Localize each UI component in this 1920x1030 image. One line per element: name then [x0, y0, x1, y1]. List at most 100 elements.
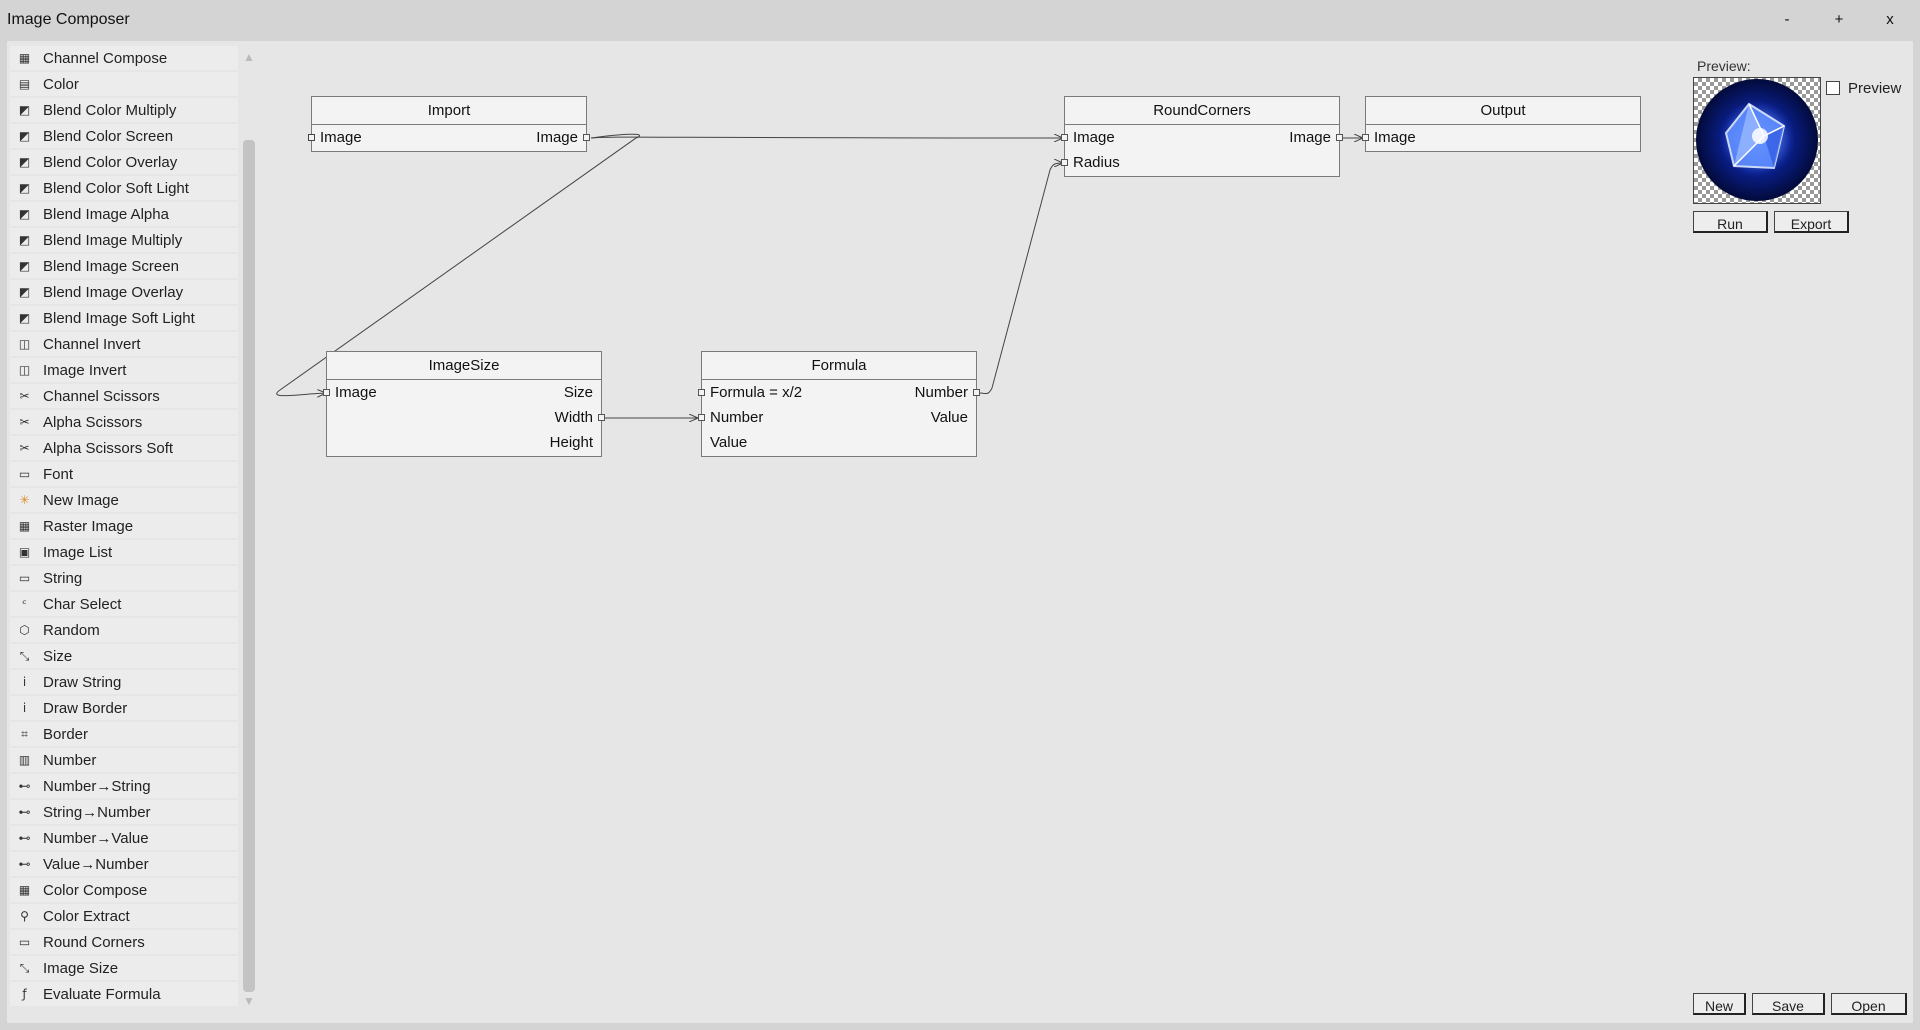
palette-item[interactable]: ⅰ Draw String: [10, 670, 238, 694]
node-output[interactable]: Output Image: [1362, 96, 1641, 152]
palette-item-label: Channel Scissors: [43, 387, 160, 405]
node-imagesize[interactable]: ImageSize Image Size Width Height: [323, 351, 605, 457]
node-roundcorners[interactable]: RoundCorners Image Image Radius: [1061, 96, 1343, 177]
input-port[interactable]: [1061, 134, 1068, 141]
port-label: Number: [710, 409, 764, 426]
palette-scrollbar[interactable]: ▲ ▼: [242, 46, 256, 1014]
size-icon: ⤡: [19, 648, 30, 663]
input-port[interactable]: [308, 134, 315, 141]
open-button[interactable]: Open: [1831, 993, 1907, 1015]
palette-item[interactable]: ✂ Channel Scissors: [10, 384, 238, 408]
palette-item[interactable]: ▤ Color: [10, 72, 238, 96]
node-title: Output: [1366, 97, 1640, 125]
palette-item[interactable]: ◩ Blend Color Screen: [10, 124, 238, 148]
palette-item[interactable]: ⊷ Number→Value: [10, 826, 238, 850]
channel-compose-icon: ▦: [18, 50, 31, 65]
palette-item[interactable]: ✂ Alpha Scissors: [10, 410, 238, 434]
palette-item[interactable]: ƒ Evaluate Formula: [10, 982, 238, 1006]
node-formula[interactable]: Formula Formula = x/2 Number Number Valu…: [698, 351, 980, 457]
save-button[interactable]: Save: [1752, 993, 1825, 1015]
palette-item[interactable]: ◩ Blend Color Multiply: [10, 98, 238, 122]
export-button[interactable]: Export: [1774, 211, 1849, 233]
node-canvas[interactable]: [262, 46, 1658, 1016]
palette-item[interactable]: ⤡ Size: [10, 644, 238, 668]
palette-item[interactable]: ⤡ Image Size: [10, 956, 238, 980]
palette-item[interactable]: ⊷ String→Number: [10, 800, 238, 824]
palette-item-label: Blend Color Multiply: [43, 101, 177, 119]
palette-item[interactable]: ⊷ Number→String: [10, 774, 238, 798]
char-icon: ᶜ: [22, 596, 27, 611]
palette-item[interactable]: ✳ New Image: [10, 488, 238, 512]
output-port[interactable]: [973, 389, 980, 396]
palette-item[interactable]: ◩ Blend Image Alpha: [10, 202, 238, 226]
convert-icon: ⊷: [18, 856, 31, 871]
scroll-down-arrow-icon[interactable]: ▼: [242, 994, 256, 1008]
output-port[interactable]: [598, 414, 605, 421]
maximize-button[interactable]: +: [1827, 9, 1851, 31]
palette-item[interactable]: ◩ Blend Color Soft Light: [10, 176, 238, 200]
palette-item-label: Blend Color Screen: [43, 127, 174, 145]
output-port[interactable]: [1336, 134, 1343, 141]
draw-border-icon: ⅰ: [22, 700, 27, 715]
palette-item[interactable]: ⅰ Draw Border: [10, 696, 238, 720]
palette-item-label: Blend Color Soft Light: [43, 179, 189, 197]
palette-item-label: Blend Image Screen: [43, 257, 179, 275]
palette-item[interactable]: ◩ Blend Color Overlay: [10, 150, 238, 174]
palette-item[interactable]: ▦ Raster Image: [10, 514, 238, 538]
input-port[interactable]: [323, 389, 330, 396]
palette-item[interactable]: ⌗ Border: [10, 722, 238, 746]
palette-item[interactable]: ◩ Blend Image Screen: [10, 254, 238, 278]
palette-item[interactable]: ◩ Blend Image Soft Light: [10, 306, 238, 330]
formula-icon: ƒ: [22, 986, 27, 1001]
palette-item-label: Image Size: [43, 959, 119, 977]
palette-item[interactable]: ▥ Number: [10, 748, 238, 772]
palette-item-label: Value→Number: [43, 855, 149, 873]
palette-item[interactable]: ⚲ Color Extract: [10, 904, 238, 928]
palette-item[interactable]: ◫ Channel Invert: [10, 332, 238, 356]
preview-checkbox[interactable]: [1826, 81, 1840, 95]
palette-item[interactable]: ▭ String: [10, 566, 238, 590]
palette-item[interactable]: ▭ Round Corners: [10, 930, 238, 954]
palette-item-label: Char Select: [43, 595, 122, 613]
scroll-up-arrow-icon[interactable]: ▲: [242, 50, 256, 64]
palette-item[interactable]: ✂ Alpha Scissors Soft: [10, 436, 238, 460]
minimize-button[interactable]: -: [1775, 9, 1799, 31]
palette-item[interactable]: ◩ Blend Image Overlay: [10, 280, 238, 304]
port-label: Formula = x/2: [710, 384, 803, 401]
palette-item-label: Channel Invert: [43, 335, 141, 353]
port-label: Size: [563, 384, 593, 401]
input-port[interactable]: [1061, 159, 1068, 166]
input-port[interactable]: [1362, 134, 1369, 141]
palette-item[interactable]: ◫ Image Invert: [10, 358, 238, 382]
palette-item-label: Blend Image Multiply: [43, 231, 183, 249]
palette-item[interactable]: ▣ Image List: [10, 540, 238, 564]
port-label: Image: [320, 129, 362, 146]
palette-item[interactable]: ⊷ Value→Number: [10, 852, 238, 876]
palette-item[interactable]: ▦ Color Compose: [10, 878, 238, 902]
string-icon: ▭: [18, 570, 31, 585]
image-size-icon: ⤡: [19, 960, 30, 975]
scroll-thumb[interactable]: [243, 140, 255, 992]
input-port[interactable]: [698, 414, 705, 421]
title-bar: Image Composer - + x: [0, 0, 1920, 39]
blend-icon: ◩: [18, 232, 31, 247]
close-button[interactable]: x: [1878, 9, 1902, 31]
palette-item[interactable]: ᶜ Char Select: [10, 592, 238, 616]
port-label: Image: [1289, 129, 1331, 146]
palette-item-label: New Image: [43, 491, 119, 509]
node-import[interactable]: Import Image Image: [308, 96, 590, 152]
port-label: Image: [1374, 129, 1416, 146]
palette-item[interactable]: ▭ Font: [10, 462, 238, 486]
palette-item-label: Image Invert: [43, 361, 127, 379]
palette-item-label: Evaluate Formula: [43, 985, 161, 1003]
port-label: Value: [930, 409, 968, 426]
palette-item[interactable]: ⬡ Random: [10, 618, 238, 642]
output-port[interactable]: [583, 134, 590, 141]
scissors-icon: ✂: [19, 388, 30, 403]
new-button[interactable]: New: [1693, 993, 1746, 1015]
input-port[interactable]: [698, 389, 705, 396]
blend-icon: ◩: [18, 180, 31, 195]
palette-item[interactable]: ◩ Blend Image Multiply: [10, 228, 238, 252]
run-button[interactable]: Run: [1693, 211, 1768, 233]
palette-item[interactable]: ▦ Channel Compose: [10, 46, 238, 70]
